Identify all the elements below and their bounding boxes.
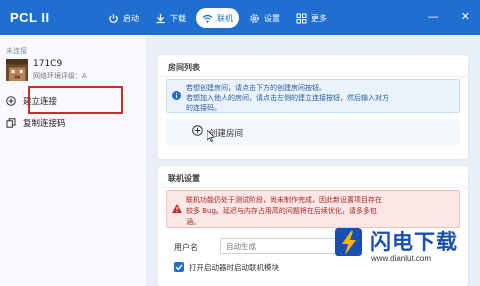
avatar bbox=[6, 59, 28, 81]
highlight-box bbox=[28, 86, 123, 114]
nav-launch-label: 启动 bbox=[123, 13, 139, 23]
username-label: 用户名 bbox=[174, 243, 198, 252]
copy-icon bbox=[6, 118, 16, 128]
sidebar-item-copy-code[interactable]: 复制连接码 bbox=[6, 115, 66, 131]
watermark: 闪电下载 www.dianlut.com bbox=[334, 222, 474, 278]
divider bbox=[158, 187, 468, 188]
watermark-text: 闪电下载 bbox=[370, 230, 458, 254]
wifi-icon bbox=[202, 13, 213, 24]
auto-start-label: 打开启动器时启动联机模块 bbox=[189, 263, 279, 272]
top-nav: 启动 下载 联机 设置 更多 bbox=[102, 8, 333, 28]
minimize-button[interactable]: — bbox=[428, 10, 439, 24]
nav-more[interactable]: 更多 bbox=[290, 8, 333, 28]
app-title: PCL II bbox=[10, 10, 50, 25]
room-list-title: 房间列表 bbox=[168, 63, 200, 72]
room-list-card: 房间列表 若想创建房间，请点击下方的创建房间按钮。 若想加入他人的房间，请点击左… bbox=[158, 55, 468, 159]
info-text-line: 若想加入他人的房间，请点击左侧的建立连接按钮，然后输入对方 bbox=[186, 94, 389, 102]
gear-icon bbox=[249, 13, 260, 24]
nav-download-label: 下载 bbox=[170, 13, 186, 23]
sidebar-item-label: 复制连接码 bbox=[23, 119, 66, 129]
player-card: 171C9 网络环境评级：A bbox=[6, 58, 140, 84]
download-icon bbox=[155, 13, 166, 24]
plus-circle-icon bbox=[6, 96, 16, 106]
title-bar: PCL II 启动 下载 联机 设置 更多 — ✕ bbox=[0, 0, 480, 35]
info-box: 若想创建房间，请点击下方的创建房间按钮。 若想加入他人的房间，请点击左侧的建立连… bbox=[166, 79, 460, 113]
warning-icon bbox=[172, 204, 182, 213]
nav-settings[interactable]: 设置 bbox=[243, 8, 286, 28]
divider bbox=[158, 76, 468, 77]
watermark-url: www.dianlut.com bbox=[371, 254, 432, 263]
online-settings-title: 联机设置 bbox=[168, 174, 200, 183]
info-text-line: 若想创建房间，请点击下方的创建房间按钮。 bbox=[186, 84, 326, 92]
info-text-line: 的连接码。 bbox=[186, 104, 221, 112]
check-icon bbox=[175, 264, 183, 271]
username-input[interactable] bbox=[220, 238, 340, 254]
grid-icon bbox=[296, 13, 307, 24]
nav-settings-label: 设置 bbox=[264, 13, 280, 23]
nav-online-label: 联机 bbox=[217, 13, 233, 23]
lightning-logo-icon bbox=[334, 226, 364, 260]
nav-launch[interactable]: 启动 bbox=[102, 8, 145, 28]
mouse-cursor-icon bbox=[206, 129, 215, 142]
power-icon bbox=[108, 13, 119, 24]
connection-status: 未连接 bbox=[6, 47, 27, 55]
auto-start-checkbox[interactable] bbox=[174, 262, 184, 272]
nav-online[interactable]: 联机 bbox=[196, 8, 239, 28]
nav-more-label: 更多 bbox=[311, 13, 327, 23]
warning-text-line: 联机功能仍处于测试阶段，尚未制作完成，因此新设置项目存在 bbox=[186, 196, 382, 204]
info-icon bbox=[172, 91, 181, 100]
network-rating: 网络环境评级：A bbox=[33, 72, 87, 80]
nav-download[interactable]: 下载 bbox=[149, 8, 192, 28]
sidebar: 未连接 171C9 网络环境评级：A 建立连接 复制连接码 bbox=[0, 35, 146, 286]
warning-text-line: 涵。 bbox=[186, 218, 200, 226]
plus-circle-icon bbox=[192, 125, 203, 136]
close-button[interactable]: ✕ bbox=[461, 10, 470, 24]
warning-text-line: 较多 Bug。延迟与内存占用高的问题将在后续优化，请多多包 bbox=[186, 207, 377, 215]
player-name: 171C9 bbox=[33, 59, 63, 69]
window-controls: — ✕ bbox=[428, 10, 470, 24]
